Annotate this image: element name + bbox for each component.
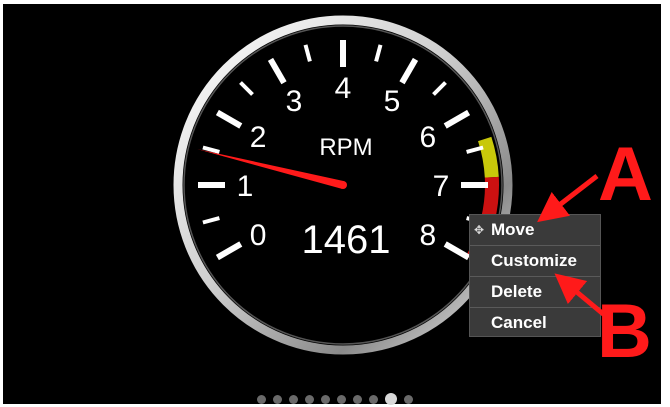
annotation-label-b: B bbox=[597, 289, 652, 374]
annotation-label-a: A bbox=[598, 132, 653, 217]
annotation-arrow-a bbox=[537, 174, 599, 223]
screen: 012345678 RPM 1461 ✥ Move Customize Dele… bbox=[0, 0, 670, 407]
annotation-arrows bbox=[537, 174, 610, 320]
